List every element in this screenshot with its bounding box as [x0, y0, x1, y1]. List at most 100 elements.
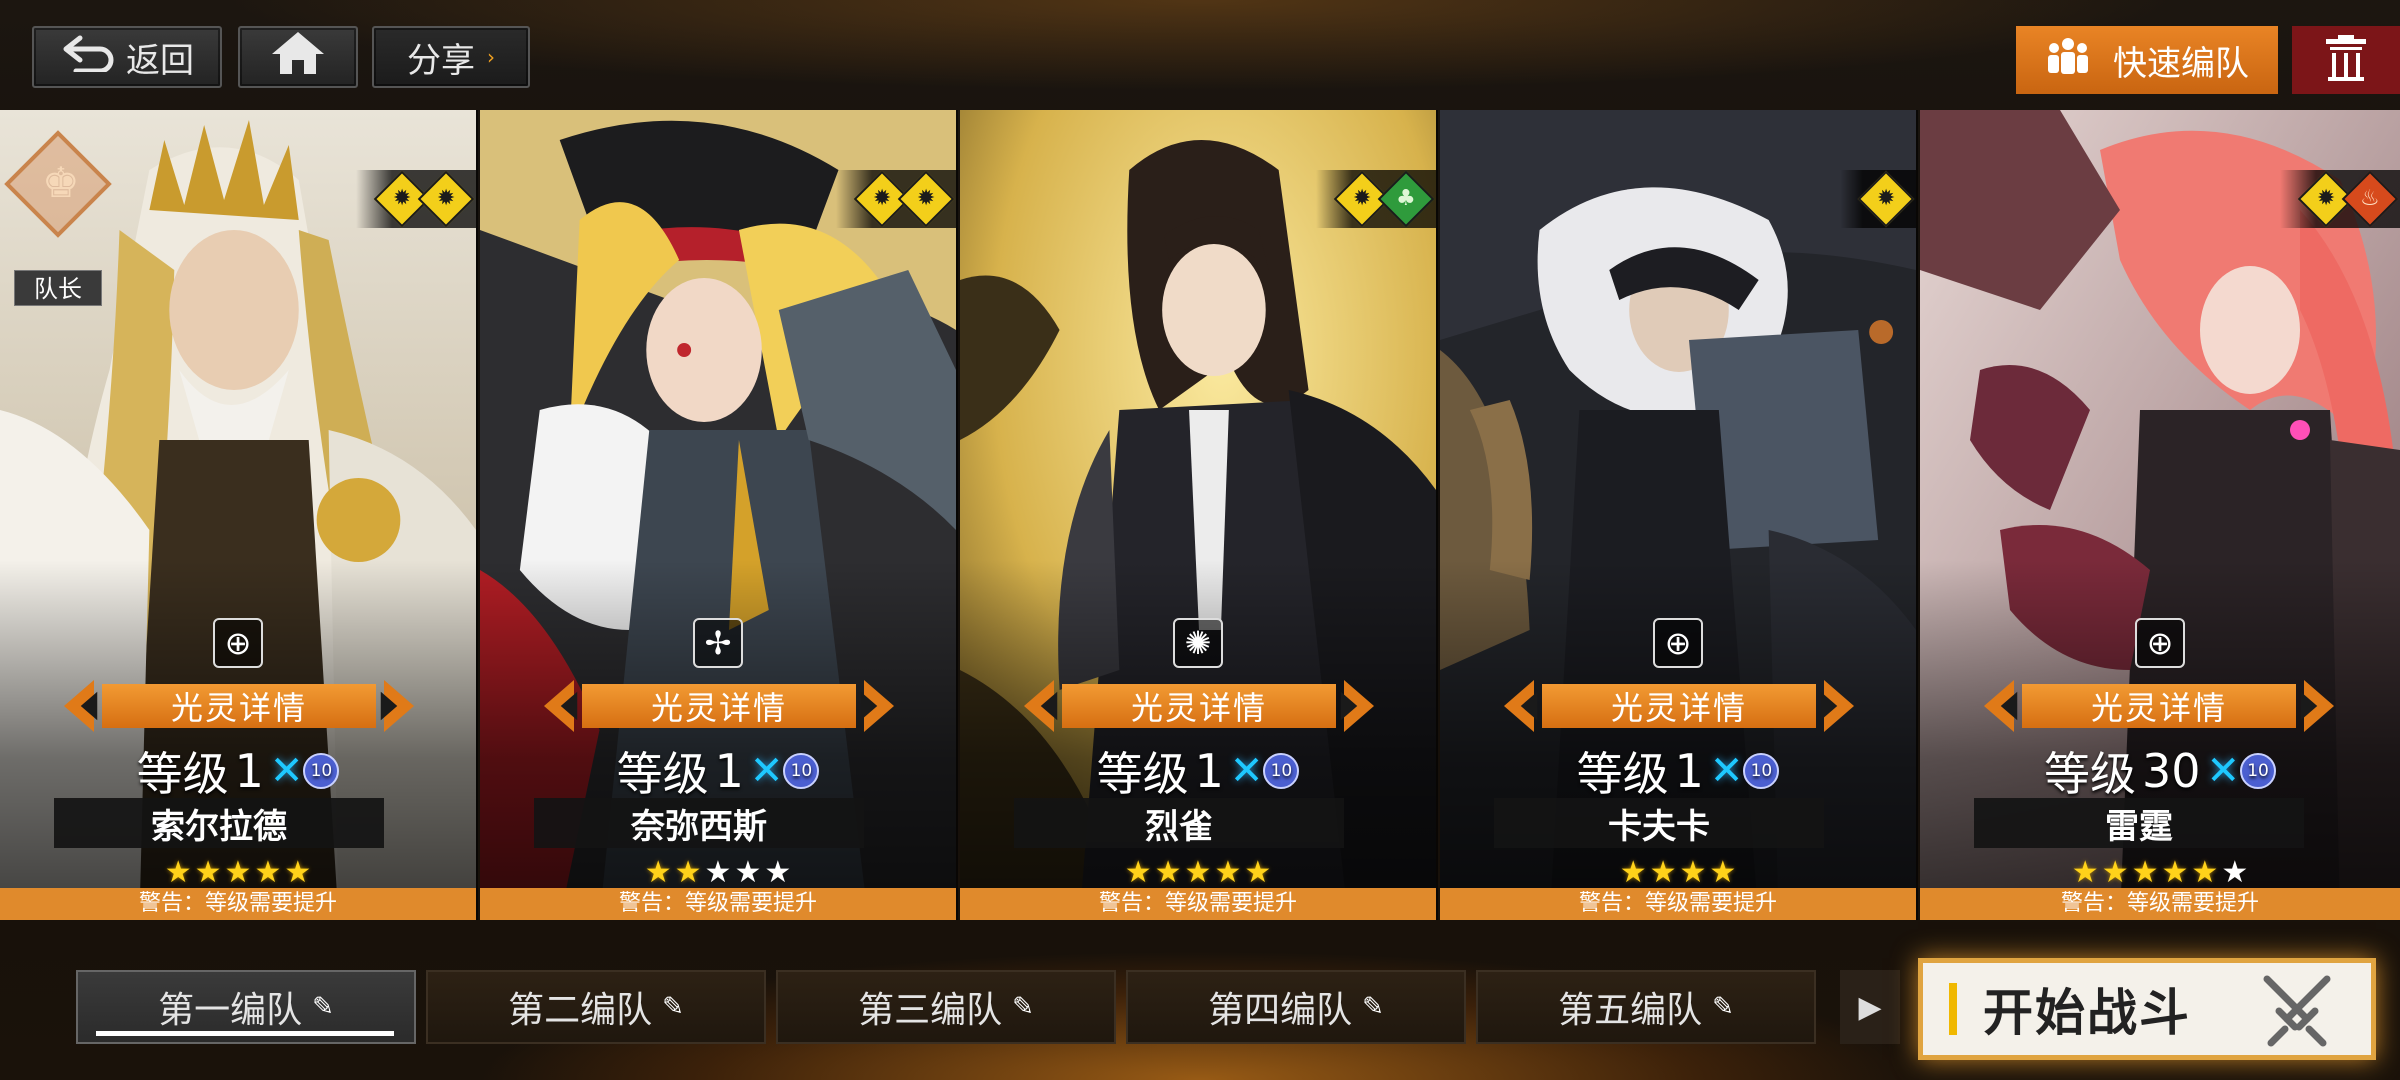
- pencil-icon[interactable]: ✎: [312, 992, 334, 1022]
- character-card[interactable]: ♚ 队长 ✹ ✹ ⊕ 光灵详情 等级 1 ✕ 10 索尔拉德 ★ ★ ★ ★ ★…: [0, 110, 478, 920]
- back-arrow-icon: [60, 34, 116, 81]
- more-teams-button[interactable]: ▶: [1840, 970, 1900, 1044]
- element-strip: ✹ ♨: [2280, 170, 2400, 228]
- share-label: 分享: [407, 40, 475, 81]
- star-icon: ★: [674, 855, 702, 890]
- team-label: 第五编队: [1558, 990, 1703, 1031]
- star-icon: ★: [1214, 855, 1242, 890]
- tab-team-5[interactable]: 第五编队 ✎: [1476, 970, 1816, 1044]
- star-icon: ★: [2191, 855, 2219, 890]
- home-button[interactable]: [238, 26, 358, 88]
- crosshair-icon: ⊕: [2135, 618, 2185, 668]
- awaken-rank-icon: ✕: [749, 748, 783, 794]
- back-button[interactable]: 返回: [32, 26, 222, 88]
- rank-badge: 10: [1263, 753, 1300, 789]
- crossed-swords-icon: [2259, 971, 2335, 1047]
- dark-element-icon: ✹: [417, 170, 475, 228]
- element-strip: ✹ ✹: [356, 170, 476, 228]
- level-prefix: 等级: [1096, 747, 1189, 801]
- dark-element-icon: ✹: [897, 170, 955, 228]
- back-label: 返回: [126, 40, 194, 81]
- team-label: 第二编队: [508, 990, 653, 1031]
- pencil-icon[interactable]: ✎: [1012, 992, 1034, 1022]
- star-icon: ★: [2101, 855, 2129, 890]
- level-warning: 警告：等级需要提升: [0, 888, 476, 920]
- character-detail-button[interactable]: 光灵详情: [1024, 680, 1374, 732]
- star-icon: ★: [2131, 855, 2159, 890]
- fire-element-icon: ♨: [2341, 170, 2399, 228]
- share-button[interactable]: 分享 ›: [372, 26, 530, 88]
- leader-tag: 队长: [14, 270, 102, 306]
- rank-badge: 10: [783, 753, 820, 789]
- level-prefix: 等级: [2043, 747, 2136, 801]
- start-battle-button[interactable]: 开始战斗: [1918, 958, 2376, 1060]
- star-icon: ★: [704, 855, 732, 890]
- character-name: 雷霆: [1974, 798, 2304, 848]
- star-rating: ★ ★ ★ ★ ★: [0, 858, 476, 888]
- character-detail-button[interactable]: 光灵详情: [544, 680, 894, 732]
- level-value: 30: [2141, 744, 2201, 798]
- character-name: 烈雀: [1014, 798, 1344, 848]
- star-icon: ★: [1619, 855, 1647, 890]
- level-warning: 警告：等级需要提升: [480, 888, 956, 920]
- star-icon: ★: [224, 855, 252, 890]
- rank-badge: 10: [1743, 753, 1780, 789]
- character-detail-button[interactable]: 光灵详情: [64, 680, 414, 732]
- level-value: 1: [1194, 744, 1224, 798]
- pencil-icon[interactable]: ✎: [1712, 992, 1734, 1022]
- awaken-rank-icon: ✕: [1709, 748, 1743, 794]
- clear-team-button[interactable]: [2292, 26, 2400, 94]
- level-value: 1: [234, 744, 264, 798]
- star-icon: ★: [1244, 855, 1272, 890]
- character-card[interactable]: ✹ ⊕ 光灵详情 等级 1 ✕ 10 卡夫卡 ★ ★ ★ ★ 警告：等级需要提升: [1440, 110, 1918, 920]
- tab-team-4[interactable]: 第四编队 ✎: [1126, 970, 1466, 1044]
- team-label: 第四编队: [1208, 990, 1353, 1031]
- star-icon: ★: [164, 855, 192, 890]
- tab-team-3[interactable]: 第三编队 ✎: [776, 970, 1116, 1044]
- pinwheel-icon: ✢: [693, 618, 743, 668]
- team-label: 第三编队: [858, 990, 1003, 1031]
- tab-team-2[interactable]: 第二编队 ✎: [426, 970, 766, 1044]
- star-icon: ★: [194, 855, 222, 890]
- pencil-icon[interactable]: ✎: [662, 992, 684, 1022]
- level-prefix: 等级: [616, 747, 709, 801]
- dark-element-icon: ✹: [1857, 170, 1915, 228]
- pencil-icon[interactable]: ✎: [1362, 992, 1384, 1022]
- star-icon: ★: [764, 855, 792, 890]
- element-strip: ✹: [1840, 170, 1916, 228]
- character-name: 索尔拉德: [54, 798, 384, 848]
- element-strip: ✹ ♣: [1316, 170, 1436, 228]
- character-card[interactable]: ✹ ✹ ✢ 光灵详情 等级 1 ✕ 10 奈弥西斯 ★ ★ ★ ★ ★ 警告：等…: [480, 110, 958, 920]
- star-rating: ★ ★ ★ ★: [1440, 858, 1916, 888]
- burst-icon: ✺: [1173, 618, 1223, 668]
- detail-label: 光灵详情: [1542, 684, 1816, 728]
- quick-team-button[interactable]: 快速编队: [2016, 26, 2278, 94]
- character-name: 奈弥西斯: [534, 798, 864, 848]
- star-icon: ★: [1649, 855, 1677, 890]
- character-card[interactable]: ✹ ♣ ✺ 光灵详情 等级 1 ✕ 10 烈雀 ★ ★ ★ ★ ★ 警告：等级需…: [960, 110, 1438, 920]
- character-detail-button[interactable]: 光灵详情: [1504, 680, 1854, 732]
- star-rating: ★ ★ ★ ★ ★: [960, 858, 1436, 888]
- level-value: 1: [1674, 744, 1704, 798]
- rank-badge: 10: [303, 753, 340, 789]
- star-icon: ★: [2071, 855, 2099, 890]
- team-people-icon: [2045, 36, 2091, 85]
- star-icon: ★: [1124, 855, 1152, 890]
- level-row: 等级 1 ✕ 10: [1440, 738, 1916, 804]
- level-warning: 警告：等级需要提升: [1920, 888, 2400, 920]
- star-icon: ★: [1709, 855, 1737, 890]
- tab-team-1[interactable]: 第一编队 ✎: [76, 970, 416, 1044]
- character-card[interactable]: ✹ ♨ ⊕ 光灵详情 等级 30 ✕ 10 雷霆 ★ ★ ★ ★ ★ ★ 警告：…: [1920, 110, 2400, 920]
- leader-badge: ♚ 队长: [4, 130, 112, 306]
- detail-label: 光灵详情: [1062, 684, 1336, 728]
- element-strip: ✹ ✹: [836, 170, 956, 228]
- star-icon: ★: [1154, 855, 1182, 890]
- start-accent-bar: [1949, 983, 1957, 1035]
- level-prefix: 等级: [1576, 747, 1669, 801]
- detail-label: 光灵详情: [102, 684, 376, 728]
- character-detail-button[interactable]: 光灵详情: [1984, 680, 2334, 732]
- nature-element-icon: ♣: [1377, 170, 1435, 228]
- character-name: 卡夫卡: [1494, 798, 1824, 848]
- awaken-rank-icon: ✕: [269, 748, 303, 794]
- level-row: 等级 30 ✕ 10: [1920, 738, 2400, 804]
